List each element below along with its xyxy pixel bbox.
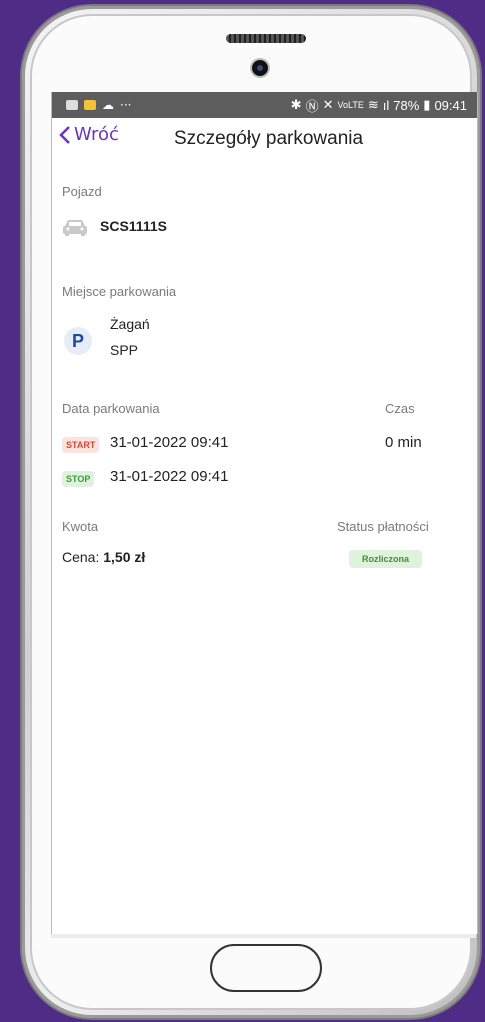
amount-label: Kwota <box>62 519 99 534</box>
cloud-icon: ☁ <box>102 98 114 112</box>
page-title: Szczegóły parkowania <box>174 128 364 149</box>
date-label: Data parkowania <box>62 401 160 416</box>
vehicle-label: Pojazd <box>62 184 102 199</box>
status-right: ✱ Ⓝ ✕ VoLTE ≋ ıl 78% ▮ 09:41 <box>291 96 467 115</box>
front-camera <box>252 60 268 76</box>
header: Wróć Szczegóły parkowania <box>52 118 477 162</box>
car-icon <box>63 220 87 236</box>
status-left: ☁ ··· <box>66 98 131 112</box>
place-city: Żagań <box>110 316 150 332</box>
price: Cena: 1,50 zł <box>62 549 145 565</box>
home-button[interactable] <box>210 944 322 992</box>
status-badge: Rozliczona <box>349 550 423 568</box>
stop-tag: STOP <box>62 471 95 487</box>
wifi-icon: ≋ <box>367 97 379 112</box>
vehicle-plate: SCS1111S <box>100 218 167 234</box>
parking-icon: P <box>64 327 92 355</box>
volte-icon: VoLTE <box>337 100 364 110</box>
price-prefix: Cena: <box>62 549 104 565</box>
more-notifications-icon: ··· <box>120 98 132 112</box>
speaker-grille <box>226 34 306 43</box>
screen-bottom-edge <box>51 934 476 938</box>
status-bar: ☁ ··· ✱ Ⓝ ✕ VoLTE ≋ ıl 78% ▮ 09:41 <box>52 92 477 118</box>
stop-datetime: 31-01-2022 09:41 <box>110 468 229 485</box>
battery-percent: 78% <box>393 97 420 113</box>
parking-duration: 0 min <box>385 434 422 451</box>
chevron-left-icon <box>59 125 70 144</box>
nfc-icon: Ⓝ <box>305 98 319 114</box>
time-label: Czas <box>385 401 415 416</box>
back-label: Wróć <box>74 124 119 145</box>
payment-status-label: Status płatności <box>337 519 429 534</box>
mute-icon: ✕ <box>322 97 334 112</box>
start-datetime: 31-01-2022 09:41 <box>110 434 229 451</box>
price-value: 1,50 zł <box>103 549 146 565</box>
app-screen: ☁ ··· ✱ Ⓝ ✕ VoLTE ≋ ıl 78% ▮ 09:41 Wróć … <box>51 92 478 934</box>
clock: 09:41 <box>434 97 467 113</box>
start-tag: START <box>62 437 100 453</box>
signal-icon: ıl <box>382 97 390 113</box>
bluetooth-icon: ✱ <box>290 97 302 112</box>
gallery-icon <box>66 100 78 110</box>
place-label: Miejsce parkowania <box>62 284 177 299</box>
battery-icon: ▮ <box>423 97 431 112</box>
place-zone: SPP <box>110 342 139 358</box>
back-button[interactable]: Wróć <box>58 124 119 145</box>
app-notification-icon <box>84 100 96 110</box>
